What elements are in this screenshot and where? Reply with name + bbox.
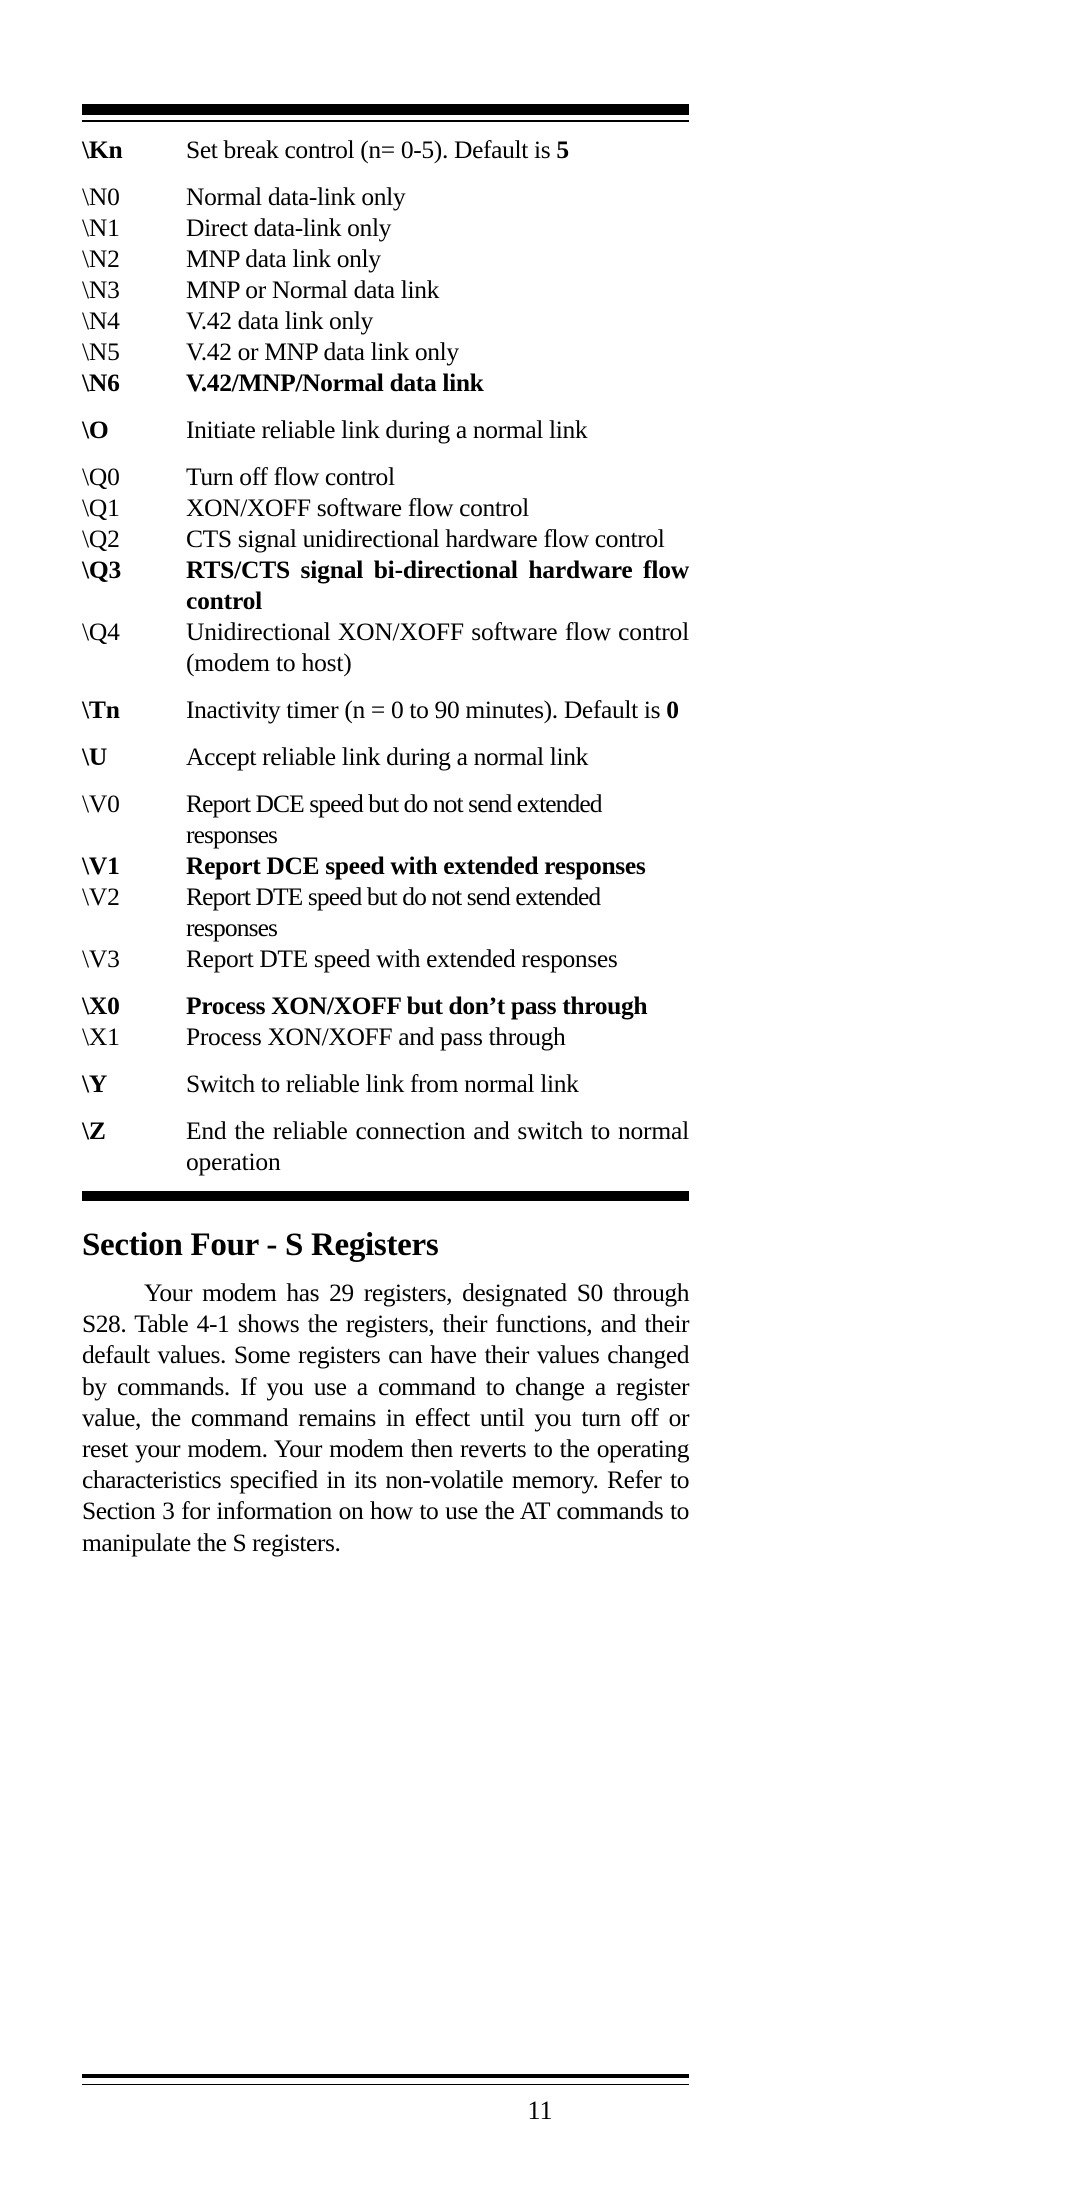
- at-command-label: \Tn: [82, 695, 120, 724]
- at-command-default-value: 0: [666, 695, 679, 724]
- at-command-description: MNP data link only: [186, 244, 381, 273]
- at-command-label: \V1: [82, 851, 120, 880]
- at-command-row: \V0 Report DCE speed but do not send exte…: [82, 772, 689, 850]
- at-command-label: \N1: [82, 213, 120, 242]
- at-command-row: \Y Switch to reliable link from normal li…: [82, 1052, 689, 1099]
- at-command-row: \V3 Report DTE speed with extended respon…: [82, 943, 689, 974]
- at-command-description: Direct data-link only: [186, 213, 392, 242]
- at-command-description: End the reliable connection and switch t…: [186, 1116, 689, 1176]
- at-command-description: V.42 data link only: [186, 306, 373, 335]
- at-command-description: V.42 or MNP data link only: [186, 337, 459, 366]
- at-command-description: Accept reliable link during a normal lin…: [186, 742, 589, 771]
- top-thick-rule: [82, 104, 689, 115]
- at-command-label: \N2: [82, 244, 120, 273]
- at-command-description: Report DTE speed with extended responses: [186, 944, 618, 973]
- at-command-description-text: Inactivity timer (n = 0 to 90 minutes). …: [186, 695, 667, 724]
- at-command-row: \V1 Report DCE speed with extended respon…: [82, 850, 689, 881]
- at-command-label: \Q3: [82, 555, 122, 584]
- at-command-row: \Z End the reliable connection and switch…: [82, 1099, 689, 1177]
- at-command-label: \N0: [82, 182, 120, 211]
- at-command-description: V.42/MNP/Normal data link: [186, 368, 484, 397]
- at-command-description-text: Set break control (n= 0-5). Default is: [186, 135, 557, 164]
- at-command-label: \V3: [82, 944, 120, 973]
- page-number: 11: [527, 2096, 553, 2125]
- at-command-row: \N0 Normal data-link only: [82, 165, 689, 212]
- at-command-description: Switch to reliable link from normal link: [186, 1069, 579, 1098]
- at-command-description: Process XON/XOFF and pass through: [186, 1022, 566, 1051]
- at-command-row: \O Initiate reliable link during a normal…: [82, 398, 689, 445]
- at-command-label: \N4: [82, 306, 120, 335]
- at-command-default-value: 5: [556, 135, 569, 164]
- section-body-paragraph: Your modem has 29 registers, designated …: [82, 1278, 689, 1557]
- at-command-row: \V2 Report DTE speed but do not send exte…: [82, 881, 689, 943]
- section-heading: Section Four - S Registers: [82, 1227, 439, 1263]
- at-command-row: \N3 MNP or Normal data link: [82, 274, 689, 305]
- at-command-row: \N5 V.42 or MNP data link only: [82, 336, 689, 367]
- at-command-description: Process XON/XOFF but don’t pass through: [186, 991, 648, 1020]
- at-command-label: \Kn: [82, 135, 123, 164]
- at-command-table-body: \Kn Set break control (n= 0-5). Default i…: [82, 134, 689, 1177]
- top-thin-rule: [82, 120, 689, 125]
- at-command-label: \V2: [82, 882, 120, 911]
- at-command-row: \Tn Inactivity timer (n = 0 to 90 minutes…: [82, 678, 689, 725]
- at-command-label: \N3: [82, 275, 120, 304]
- at-command-row: \U Accept reliable link during a normal l…: [82, 725, 689, 772]
- at-command-label: \Q2: [82, 524, 120, 553]
- at-command-row: \Kn Set break control (n= 0-5). Default i…: [82, 134, 689, 165]
- at-command-label: \Y: [82, 1069, 108, 1098]
- at-command-label: \Q4: [82, 617, 120, 646]
- at-command-label: \N6: [82, 368, 120, 397]
- at-command-label: \Z: [82, 1116, 106, 1145]
- at-command-row: \Q3 RTS/CTS signal bi-directional hardwar…: [82, 554, 689, 616]
- at-command-description: Set break control (n= 0-5). Default is 5: [186, 134, 689, 165]
- at-command-description: Report DTE speed but do not send extende…: [186, 882, 601, 942]
- footer-rule: [82, 2074, 689, 2085]
- at-command-row: \Q2 CTS signal unidirectional hardware fl…: [82, 523, 689, 554]
- at-command-row: \X0 Process XON/XOFF but don’t pass throu…: [82, 974, 689, 1021]
- at-command-description: MNP or Normal data link: [186, 275, 440, 304]
- at-command-label: \O: [82, 415, 109, 444]
- at-command-description: Normal data-link only: [186, 182, 406, 211]
- at-command-description: XON/XOFF software flow control: [186, 493, 529, 522]
- at-command-label: \V0: [82, 789, 120, 818]
- at-command-row: \Q4 Unidirectional XON/XOFF software flow…: [82, 616, 689, 678]
- at-command-row: \N4 V.42 data link only: [82, 305, 689, 336]
- at-command-row: \N2 MNP data link only: [82, 243, 689, 274]
- at-command-description: CTS signal unidirectional hardware flow …: [186, 524, 665, 553]
- at-command-label: \X1: [82, 1022, 120, 1051]
- at-command-row: \N1 Direct data-link only: [82, 212, 689, 243]
- at-command-description: RTS/CTS signal bi-directional hardware f…: [186, 555, 689, 615]
- at-command-label: \X0: [82, 991, 120, 1020]
- at-command-description: Turn off flow control: [186, 462, 395, 491]
- at-command-description: Initiate reliable link during a normal l…: [186, 415, 588, 444]
- at-command-label: \Q1: [82, 493, 120, 522]
- at-command-row: \Q0 Turn off flow control: [82, 445, 689, 492]
- at-command-row: \N6 V.42/MNP/Normal data link: [82, 367, 689, 398]
- page-content: \Kn Set break control (n= 0-5). Default i…: [82, 104, 689, 1558]
- at-command-description: Unidirectional XON/XOFF software flow co…: [186, 617, 689, 677]
- bottom-thick-rule: [82, 1191, 689, 1201]
- at-command-row: \X1 Process XON/XOFF and pass through: [82, 1021, 689, 1052]
- at-command-label: \Q0: [82, 462, 120, 491]
- at-command-label: \N5: [82, 337, 120, 366]
- at-command-label: \U: [82, 742, 108, 771]
- at-command-row: \Q1 XON/XOFF software flow control: [82, 492, 689, 523]
- at-command-description: Report DCE speed with extended responses: [186, 851, 646, 880]
- at-command-description: Report DCE speed but do not send extende…: [186, 789, 603, 849]
- manual-page: \Kn Set break control (n= 0-5). Default i…: [0, 0, 1080, 2199]
- at-command-table: \Kn Set break control (n= 0-5). Default i…: [82, 134, 689, 1177]
- at-command-description: Inactivity timer (n = 0 to 90 minutes). …: [186, 678, 689, 725]
